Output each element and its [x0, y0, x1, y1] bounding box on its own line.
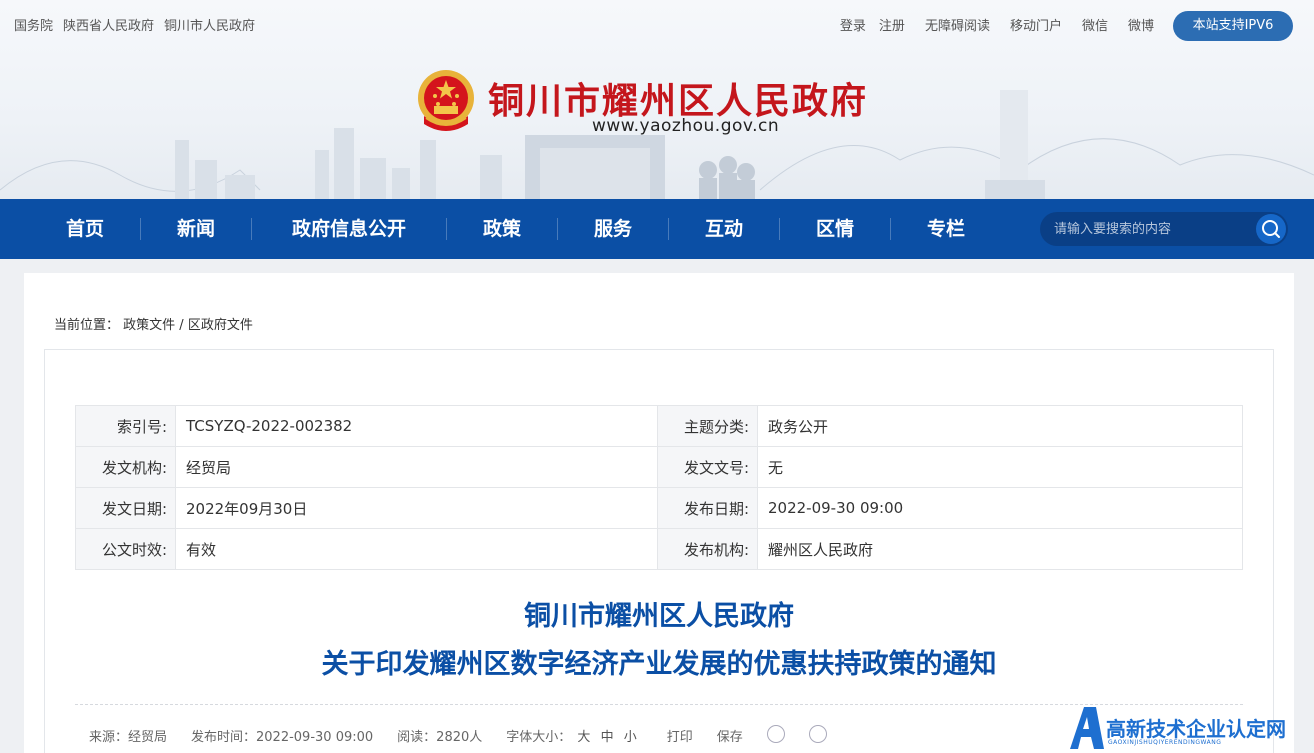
nav-service[interactable]: 服务 — [558, 199, 668, 259]
ipv6-badge[interactable]: 本站支持IPV6 — [1173, 11, 1293, 41]
table-row: 发文日期: 2022年09月30日 发布日期: 2022-09-30 09:00 — [75, 487, 1243, 529]
table-row: 公文时效: 有效 发布机构: 耀州区人民政府 — [75, 528, 1243, 570]
document-title-line2: 关于印发耀州区数字经济产业发展的优惠扶持政策的通知 — [321, 649, 997, 680]
meta-value: 2022年09月30日 — [175, 487, 658, 529]
watermark-text: 高新技术企业认定网 — [1106, 717, 1286, 741]
document-meta-table: 索引号: TCSYZQ-2022-002382 主题分类: 政务公开 发文机构:… — [75, 405, 1243, 570]
meta-key: 索引号: — [75, 405, 176, 447]
font-size-small[interactable]: 小 — [624, 730, 637, 745]
nav-items: 首页 新闻 政府信息公开 政策 服务 互动 区情 专栏 — [30, 199, 1001, 259]
top-bar: 国务院 陕西省人民政府 铜川市人民政府 登录 注册 无障碍阅读 移动门户 微信 … — [0, 0, 1314, 46]
search-icon — [1262, 220, 1280, 238]
wechat-share-icon[interactable] — [766, 725, 785, 743]
meta-key: 公文时效: — [75, 528, 176, 570]
weibo-link[interactable]: 微博 — [1128, 15, 1154, 34]
register-link[interactable]: 注册 — [879, 15, 905, 34]
weibo-share-icon[interactable] — [808, 725, 827, 743]
font-size-large[interactable]: 大 — [577, 730, 590, 745]
table-row: 索引号: TCSYZQ-2022-002382 主题分类: 政务公开 — [75, 405, 1243, 447]
search-button[interactable] — [1256, 214, 1286, 244]
nav-gov-info[interactable]: 政府信息公开 — [252, 199, 446, 259]
site-logo[interactable]: 铜川市耀州区人民政府 www.yaozhou.gov.cn — [416, 68, 896, 138]
article: 索引号: TCSYZQ-2022-002382 主题分类: 政务公开 发文机构:… — [44, 349, 1274, 753]
top-links-left: 国务院 陕西省人民政府 铜川市人民政府 — [14, 15, 255, 34]
meta-key: 发文日期: — [75, 487, 176, 529]
nav-interaction[interactable]: 互动 — [669, 199, 779, 259]
wechat-link[interactable]: 微信 — [1082, 15, 1108, 34]
breadcrumb: 当前位置： 政策文件 / 区政府文件 — [54, 314, 253, 333]
search-box — [1040, 212, 1288, 246]
breadcrumb-policy-docs[interactable]: 政策文件 — [123, 318, 175, 333]
nav-district-info[interactable]: 区情 — [780, 199, 890, 259]
meta-key: 发布机构: — [657, 528, 758, 570]
link-state-council[interactable]: 国务院 — [14, 15, 53, 34]
meta-value: 经贸局 — [175, 446, 658, 488]
search-input[interactable] — [1040, 212, 1250, 246]
accessibility-link[interactable]: 无障碍阅读 — [925, 15, 990, 34]
table-row: 发文机构: 经贸局 发文文号: 无 — [75, 446, 1243, 488]
document-title: 铜川市耀州区人民政府 关于印发耀州区数字经济产业发展的优惠扶持政策的通知 — [45, 593, 1273, 689]
share-group — [766, 725, 851, 745]
save-button[interactable]: 保存 — [717, 726, 743, 745]
link-shaanxi-gov[interactable]: 陕西省人民政府 — [63, 15, 154, 34]
meta-value: 政务公开 — [757, 405, 1243, 447]
meta-value: 耀州区人民政府 — [757, 528, 1243, 570]
meta-key: 发文机构: — [75, 446, 176, 488]
nav-news[interactable]: 新闻 — [141, 199, 251, 259]
nav-policy[interactable]: 政策 — [447, 199, 557, 259]
nav-column[interactable]: 专栏 — [891, 199, 1001, 259]
link-tongchuan-gov[interactable]: 铜川市人民政府 — [164, 15, 255, 34]
top-links-right: 登录 注册 无障碍阅读 移动门户 微信 微博 — [840, 15, 1154, 34]
nav-home[interactable]: 首页 — [30, 199, 140, 259]
watermark: 高新技术企业认定网 GAOXINJISHUQIYERENDINGWANG — [1066, 703, 1314, 753]
national-emblem-icon — [418, 70, 474, 131]
font-size-control: 字体大小： 大 中 小 — [506, 726, 642, 745]
print-button[interactable]: 打印 — [667, 726, 693, 745]
meta-value: 2022-09-30 09:00 — [757, 487, 1243, 529]
site-url: www.yaozhou.gov.cn — [592, 116, 780, 136]
watermark-subtext: GAOXINJISHUQIYERENDINGWANG — [1108, 739, 1222, 746]
meta-value: TCSYZQ-2022-002382 — [175, 405, 658, 447]
meta-key: 发文文号: — [657, 446, 758, 488]
mobile-portal-link[interactable]: 移动门户 — [1010, 15, 1062, 34]
watermark-logo-icon — [1070, 707, 1104, 749]
article-info-bar: 来源：经贸局 发布时间：2022-09-30 09:00 阅读：2820人 字体… — [89, 725, 851, 745]
meta-value: 无 — [757, 446, 1243, 488]
publish-time-text: 发布时间：2022-09-30 09:00 — [191, 730, 374, 745]
breadcrumb-prefix: 当前位置： — [54, 318, 120, 333]
document-title-line1: 铜川市耀州区人民政府 — [524, 601, 794, 632]
site-header: 国务院 陕西省人民政府 铜川市人民政府 登录 注册 无障碍阅读 移动门户 微信 … — [0, 0, 1314, 199]
main-nav: 首页 新闻 政府信息公开 政策 服务 互动 区情 专栏 — [0, 199, 1314, 259]
validity-value: 有效 — [175, 528, 658, 570]
meta-key: 主题分类: — [657, 405, 758, 447]
read-count-text: 阅读：2820人 — [397, 730, 483, 745]
source-text: 来源：经贸局 — [89, 730, 168, 745]
content-page: 当前位置： 政策文件 / 区政府文件 索引号: TCSYZQ-2022-0023… — [24, 273, 1294, 753]
font-size-medium[interactable]: 中 — [601, 730, 614, 745]
font-size-label: 字体大小： — [506, 730, 572, 745]
meta-key: 发布日期: — [657, 487, 758, 529]
breadcrumb-separator: / — [175, 318, 188, 333]
login-link[interactable]: 登录 — [840, 15, 866, 34]
breadcrumb-district-docs[interactable]: 区政府文件 — [188, 318, 253, 333]
